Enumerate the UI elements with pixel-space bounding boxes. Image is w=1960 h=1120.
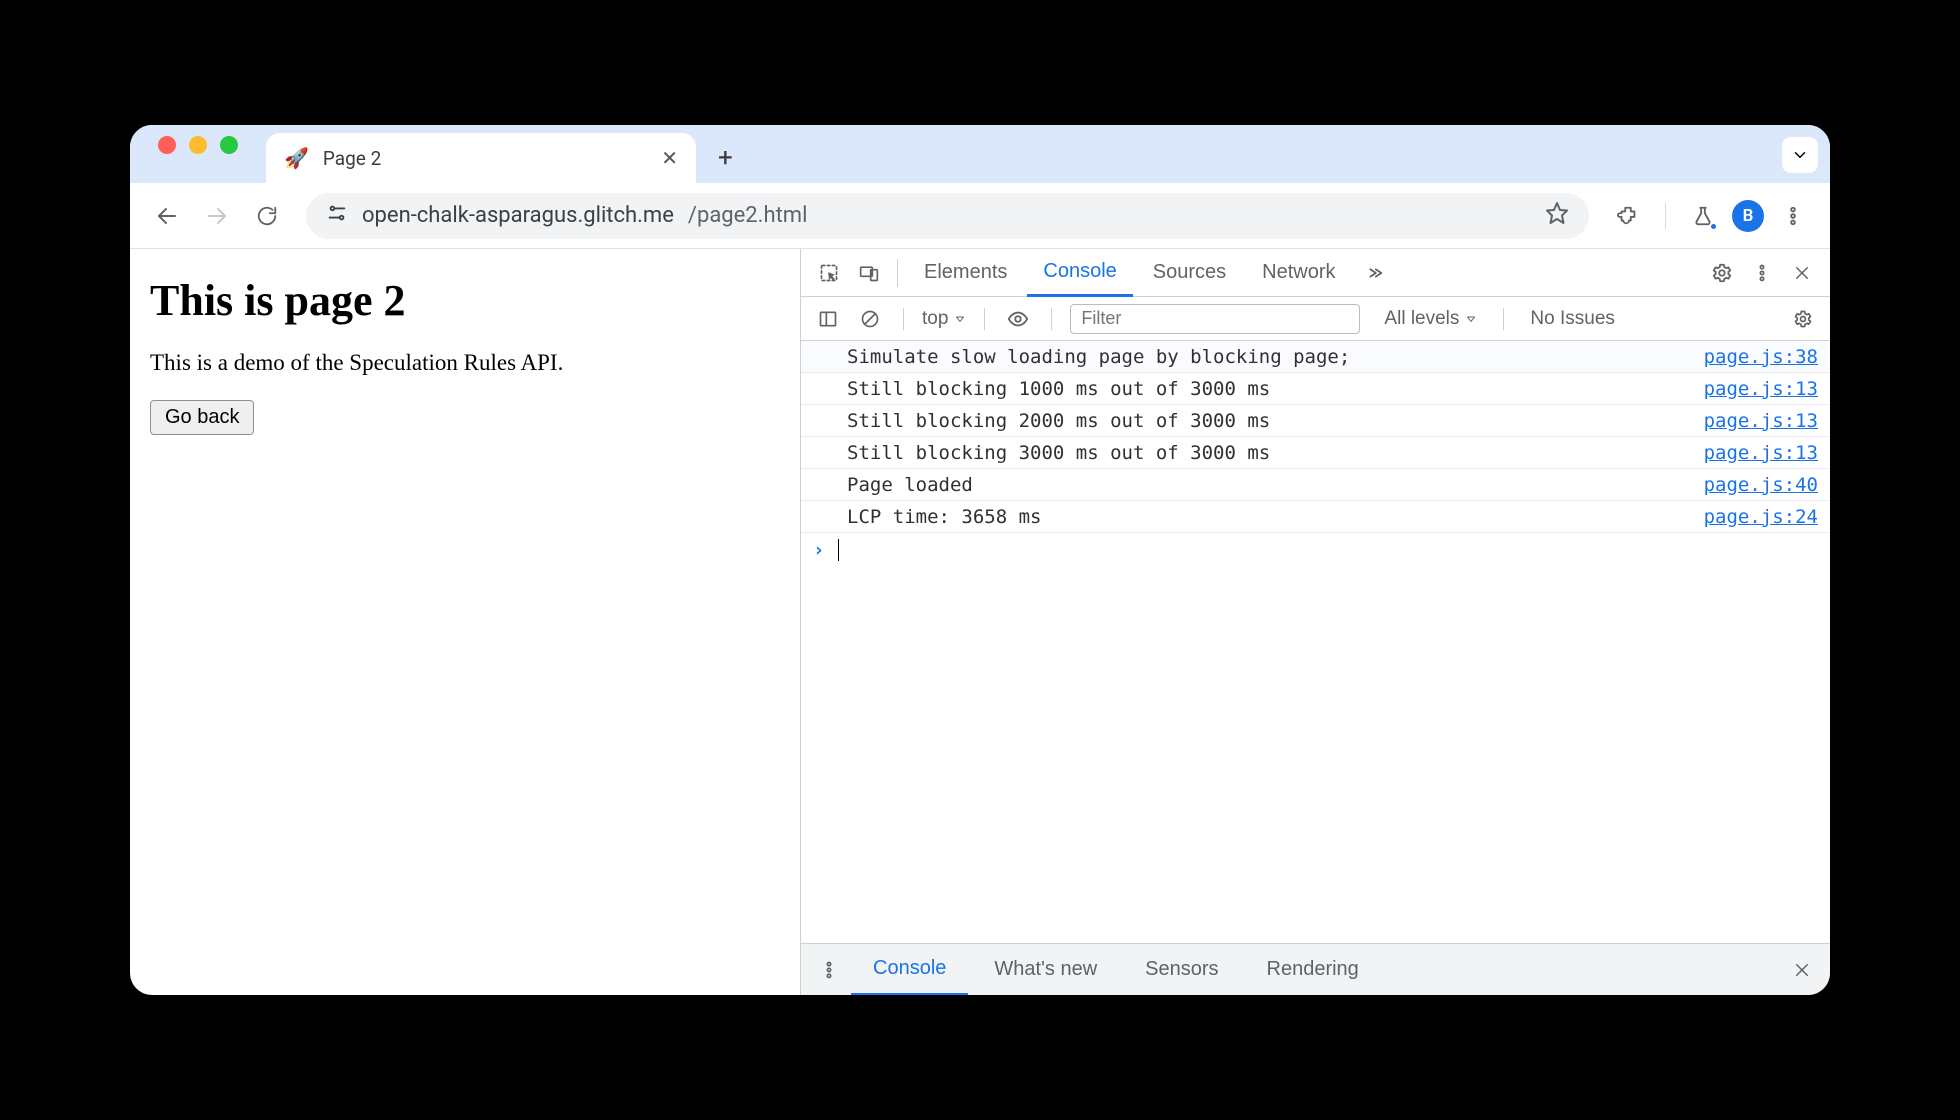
prompt-chevron-icon: ›: [813, 539, 824, 561]
tab-favicon: 🚀: [284, 146, 309, 170]
drawer-tab-rendering[interactable]: Rendering: [1245, 944, 1381, 995]
address-bar[interactable]: open-chalk-asparagus.glitch.me/page2.htm…: [306, 193, 1589, 239]
maximize-window-button[interactable]: [220, 136, 238, 154]
url-path: /page2.html: [688, 203, 808, 228]
devtools-panel: Elements Console Sources Network: [800, 249, 1830, 995]
context-label: top: [922, 308, 948, 330]
clear-console-icon[interactable]: [855, 304, 885, 334]
devtools-drawer: Console What's new Sensors Rendering: [801, 943, 1830, 995]
url-host: open-chalk-asparagus.glitch.me: [362, 203, 674, 228]
separator: [1503, 308, 1504, 330]
window-controls: [130, 136, 266, 172]
console-prompt[interactable]: ›: [801, 533, 1830, 567]
log-message: Simulate slow loading page by blocking p…: [847, 346, 1704, 368]
live-expression-icon[interactable]: [1003, 304, 1033, 334]
console-log-row: LCP time: 3658 mspage.js:24: [801, 501, 1830, 533]
console-log-row: Page loadedpage.js:40: [801, 469, 1830, 501]
console-log-area: Simulate slow loading page by blocking p…: [801, 341, 1830, 943]
toggle-sidebar-icon[interactable]: [813, 304, 843, 334]
device-toolbar-icon[interactable]: [851, 255, 887, 291]
go-back-button[interactable]: Go back: [150, 400, 254, 435]
settings-icon[interactable]: [1704, 255, 1740, 291]
log-message: Page loaded: [847, 474, 1704, 496]
page-content: This is page 2 This is a demo of the Spe…: [130, 249, 800, 995]
issues-label[interactable]: No Issues: [1530, 308, 1614, 330]
log-message: LCP time: 3658 ms: [847, 506, 1704, 528]
minimize-window-button[interactable]: [189, 136, 207, 154]
console-log-row: Still blocking 2000 ms out of 3000 mspag…: [801, 405, 1830, 437]
close-drawer-icon[interactable]: [1784, 952, 1820, 988]
forward-button[interactable]: [196, 195, 238, 237]
content-area: This is page 2 This is a demo of the Spe…: [130, 249, 1830, 995]
drawer-menu-icon[interactable]: [811, 952, 847, 988]
reload-button[interactable]: [246, 195, 288, 237]
tab-console[interactable]: Console: [1027, 250, 1132, 297]
execution-context-select[interactable]: top: [922, 308, 966, 330]
close-devtools-icon[interactable]: [1784, 255, 1820, 291]
close-tab-button[interactable]: ✕: [661, 146, 678, 170]
page-heading: This is page 2: [150, 275, 780, 326]
log-source-link[interactable]: page.js:40: [1704, 474, 1818, 496]
devtools-menu-icon[interactable]: [1744, 255, 1780, 291]
console-settings-icon[interactable]: [1788, 304, 1818, 334]
site-info-icon[interactable]: [326, 202, 348, 229]
log-source-link[interactable]: page.js:13: [1704, 442, 1818, 464]
page-paragraph: This is a demo of the Speculation Rules …: [150, 350, 780, 376]
tab-title: Page 2: [323, 147, 381, 170]
log-source-link[interactable]: page.js:24: [1704, 506, 1818, 528]
close-window-button[interactable]: [158, 136, 176, 154]
console-log-row: Simulate slow loading page by blocking p…: [801, 341, 1830, 373]
log-source-link[interactable]: page.js:13: [1704, 378, 1818, 400]
browser-tab[interactable]: 🚀 Page 2 ✕: [266, 133, 696, 183]
extensions-icon[interactable]: [1607, 195, 1649, 237]
tab-elements[interactable]: Elements: [908, 249, 1023, 296]
separator: [984, 308, 985, 330]
caret: [838, 539, 839, 561]
menu-icon[interactable]: [1772, 195, 1814, 237]
levels-label: All levels: [1384, 308, 1459, 330]
tab-network[interactable]: Network: [1246, 249, 1351, 296]
drawer-tab-sensors[interactable]: Sensors: [1123, 944, 1240, 995]
back-button[interactable]: [146, 195, 188, 237]
devtools-tabs: Elements Console Sources Network: [801, 249, 1830, 297]
bookmark-icon[interactable]: [1545, 201, 1569, 231]
separator: [903, 308, 904, 330]
filter-input[interactable]: [1070, 304, 1360, 334]
browser-window: 🚀 Page 2 ✕ + open-chalk-asparagus.glitch…: [130, 125, 1830, 995]
tab-list-button[interactable]: [1782, 137, 1818, 173]
drawer-tab-whatsnew[interactable]: What's new: [972, 944, 1119, 995]
inspect-icon[interactable]: [811, 255, 847, 291]
log-source-link[interactable]: page.js:38: [1704, 346, 1818, 368]
drawer-tab-console[interactable]: Console: [851, 945, 968, 996]
console-log-row: Still blocking 1000 ms out of 3000 mspag…: [801, 373, 1830, 405]
separator: [897, 259, 898, 287]
console-log-row: Still blocking 3000 ms out of 3000 mspag…: [801, 437, 1830, 469]
console-toolbar: top All levels No Issues: [801, 297, 1830, 341]
log-message: Still blocking 1000 ms out of 3000 ms: [847, 378, 1704, 400]
toolbar-divider: [1665, 203, 1666, 229]
log-source-link[interactable]: page.js:13: [1704, 410, 1818, 432]
more-tabs-icon[interactable]: [1356, 255, 1392, 291]
log-message: Still blocking 3000 ms out of 3000 ms: [847, 442, 1704, 464]
profile-avatar[interactable]: B: [1732, 200, 1764, 232]
log-levels-select[interactable]: All levels: [1384, 308, 1477, 330]
tab-sources[interactable]: Sources: [1137, 249, 1242, 296]
tab-strip: 🚀 Page 2 ✕ +: [130, 125, 1830, 183]
separator: [1051, 308, 1052, 330]
new-tab-button[interactable]: +: [696, 133, 755, 183]
labs-icon[interactable]: [1682, 195, 1724, 237]
browser-toolbar: open-chalk-asparagus.glitch.me/page2.htm…: [130, 183, 1830, 249]
log-message: Still blocking 2000 ms out of 3000 ms: [847, 410, 1704, 432]
